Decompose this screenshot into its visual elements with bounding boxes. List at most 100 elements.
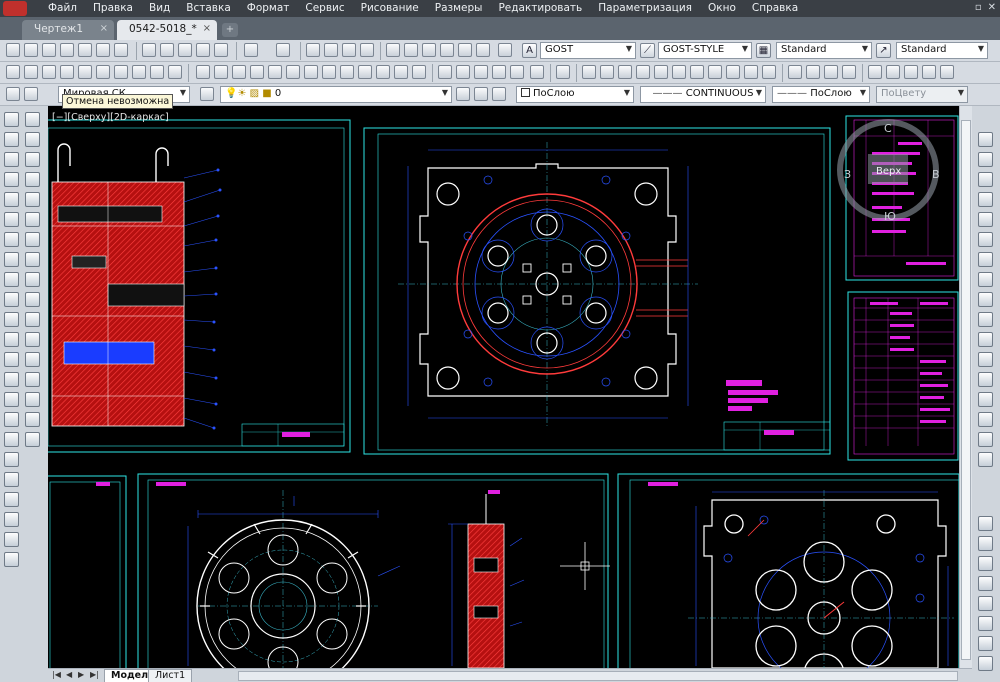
revcloud-icon[interactable] [4, 252, 19, 267]
dim-style-icon[interactable]: ⟋ [640, 43, 655, 58]
view-front-icon[interactable] [762, 65, 776, 79]
subtract-icon[interactable] [304, 65, 318, 79]
viewcube-west[interactable]: З [844, 168, 851, 181]
pyramid-icon[interactable] [114, 65, 128, 79]
rotate-icon[interactable] [25, 232, 40, 247]
explode-icon[interactable] [25, 432, 40, 447]
text-style-icon[interactable]: A [522, 43, 537, 58]
stretch-icon[interactable] [25, 272, 40, 287]
helix-icon[interactable] [132, 65, 146, 79]
boundary-icon[interactable] [4, 432, 19, 447]
cut-icon[interactable] [142, 43, 156, 57]
layer-properties-icon[interactable] [200, 87, 214, 101]
region-icon[interactable] [530, 65, 544, 79]
offset-icon[interactable] [25, 172, 40, 187]
xline-icon[interactable] [4, 132, 19, 147]
minimize-icon[interactable]: ▫ [975, 2, 982, 13]
snap-none-icon[interactable] [978, 432, 993, 447]
snap-perpendicular-icon[interactable] [978, 332, 993, 347]
layer-states-icon[interactable] [492, 87, 506, 101]
tab-layout1[interactable]: Лист1 [148, 669, 193, 682]
point-icon[interactable] [4, 372, 19, 387]
copy-object-icon[interactable] [25, 132, 40, 147]
viewcube-north[interactable]: С [884, 122, 892, 135]
cone-icon[interactable] [42, 65, 56, 79]
view-right-icon[interactable] [744, 65, 758, 79]
first-layout-icon[interactable]: |◀ [52, 670, 61, 679]
torus-icon[interactable] [96, 65, 110, 79]
markup-icon[interactable] [458, 43, 472, 57]
planar-surface-icon[interactable] [150, 65, 164, 79]
visualstyle-hidden-icon[interactable] [806, 65, 820, 79]
wedge-icon[interactable] [24, 65, 38, 79]
open-icon[interactable] [24, 43, 38, 57]
blockeditor-icon[interactable] [214, 43, 228, 57]
preview-icon[interactable] [96, 43, 110, 57]
ellipse-arc-icon[interactable] [4, 312, 19, 327]
multiline-text-icon[interactable] [978, 536, 993, 551]
zoom-window-icon[interactable] [342, 43, 356, 57]
close-icon[interactable]: ✕ [988, 2, 996, 13]
gradient-icon[interactable] [4, 412, 19, 427]
zoom-previous-icon[interactable] [360, 43, 374, 57]
camera-icon[interactable] [636, 65, 650, 79]
viewcube-south[interactable]: Ю [884, 210, 896, 223]
erase-icon[interactable] [25, 112, 40, 127]
align3d-icon[interactable] [376, 65, 390, 79]
snap-tangent-icon[interactable] [978, 312, 993, 327]
move-icon[interactable] [25, 212, 40, 227]
line-icon[interactable] [4, 112, 19, 127]
add-selected-icon[interactable] [4, 492, 19, 507]
last-layout-icon[interactable]: ▶| [90, 670, 99, 679]
tab-active-drawing[interactable]: 0542-5018_* × [117, 20, 217, 40]
dim-style-select[interactable]: GOST-STYLE ▼ [658, 42, 752, 59]
box-icon[interactable] [6, 65, 20, 79]
ellipse-icon[interactable] [4, 292, 19, 307]
ucs-manager-icon[interactable] [6, 87, 20, 101]
tab-drawing1[interactable]: Чертеж1 × [22, 20, 114, 40]
named-ucs-icon[interactable] [24, 87, 38, 101]
sweep-icon[interactable] [232, 65, 246, 79]
snap-node-icon[interactable] [978, 392, 993, 407]
extend-icon[interactable] [4, 532, 19, 547]
toolpalettes-icon[interactable] [422, 43, 436, 57]
menu-modify[interactable]: Редактировать [490, 0, 590, 17]
area-icon[interactable] [492, 65, 506, 79]
visualstyle-conceptual-icon[interactable] [842, 65, 856, 79]
move3d-icon[interactable] [340, 65, 354, 79]
lineweight-select[interactable]: ——— ПоСлою ▼ [772, 86, 870, 103]
rotate3d-icon[interactable] [358, 65, 372, 79]
justify-text-icon[interactable] [978, 656, 993, 671]
polyline-icon[interactable] [4, 152, 19, 167]
mleader-style-select[interactable]: Standard ▼ [896, 42, 988, 59]
snap-center-icon[interactable] [978, 272, 993, 287]
view-bottom-icon[interactable] [708, 65, 722, 79]
walk-icon[interactable] [654, 65, 668, 79]
menu-edit[interactable]: Правка [85, 0, 141, 17]
menu-parametric[interactable]: Параметризация [590, 0, 700, 17]
arc-icon[interactable] [4, 212, 19, 227]
polysolid-icon[interactable] [168, 65, 182, 79]
extrude-icon[interactable] [196, 65, 210, 79]
snap-from-icon[interactable] [978, 152, 993, 167]
loft-icon[interactable] [268, 65, 282, 79]
fly-icon[interactable] [672, 65, 686, 79]
copy-icon[interactable] [160, 43, 174, 57]
undo-icon[interactable] [244, 43, 258, 57]
new-icon[interactable] [6, 43, 20, 57]
publish-icon[interactable] [114, 43, 128, 57]
radius-icon[interactable] [456, 65, 470, 79]
view-top-icon[interactable] [690, 65, 704, 79]
visualstyle-realistic-icon[interactable] [824, 65, 838, 79]
ucs-object-icon[interactable] [940, 65, 954, 79]
app-menu-icon[interactable] [3, 1, 27, 16]
orbit-icon[interactable] [582, 65, 596, 79]
fillet-icon[interactable] [25, 412, 40, 427]
snap-extension-icon[interactable] [978, 252, 993, 267]
find-text-icon[interactable] [978, 576, 993, 591]
mleader-style-icon[interactable]: ↗ [876, 43, 891, 58]
mirror-icon[interactable] [25, 152, 40, 167]
text-style-tool-icon[interactable] [978, 616, 993, 631]
menu-help[interactable]: Справка [744, 0, 806, 17]
viewcube-face[interactable]: Верх [876, 166, 901, 177]
